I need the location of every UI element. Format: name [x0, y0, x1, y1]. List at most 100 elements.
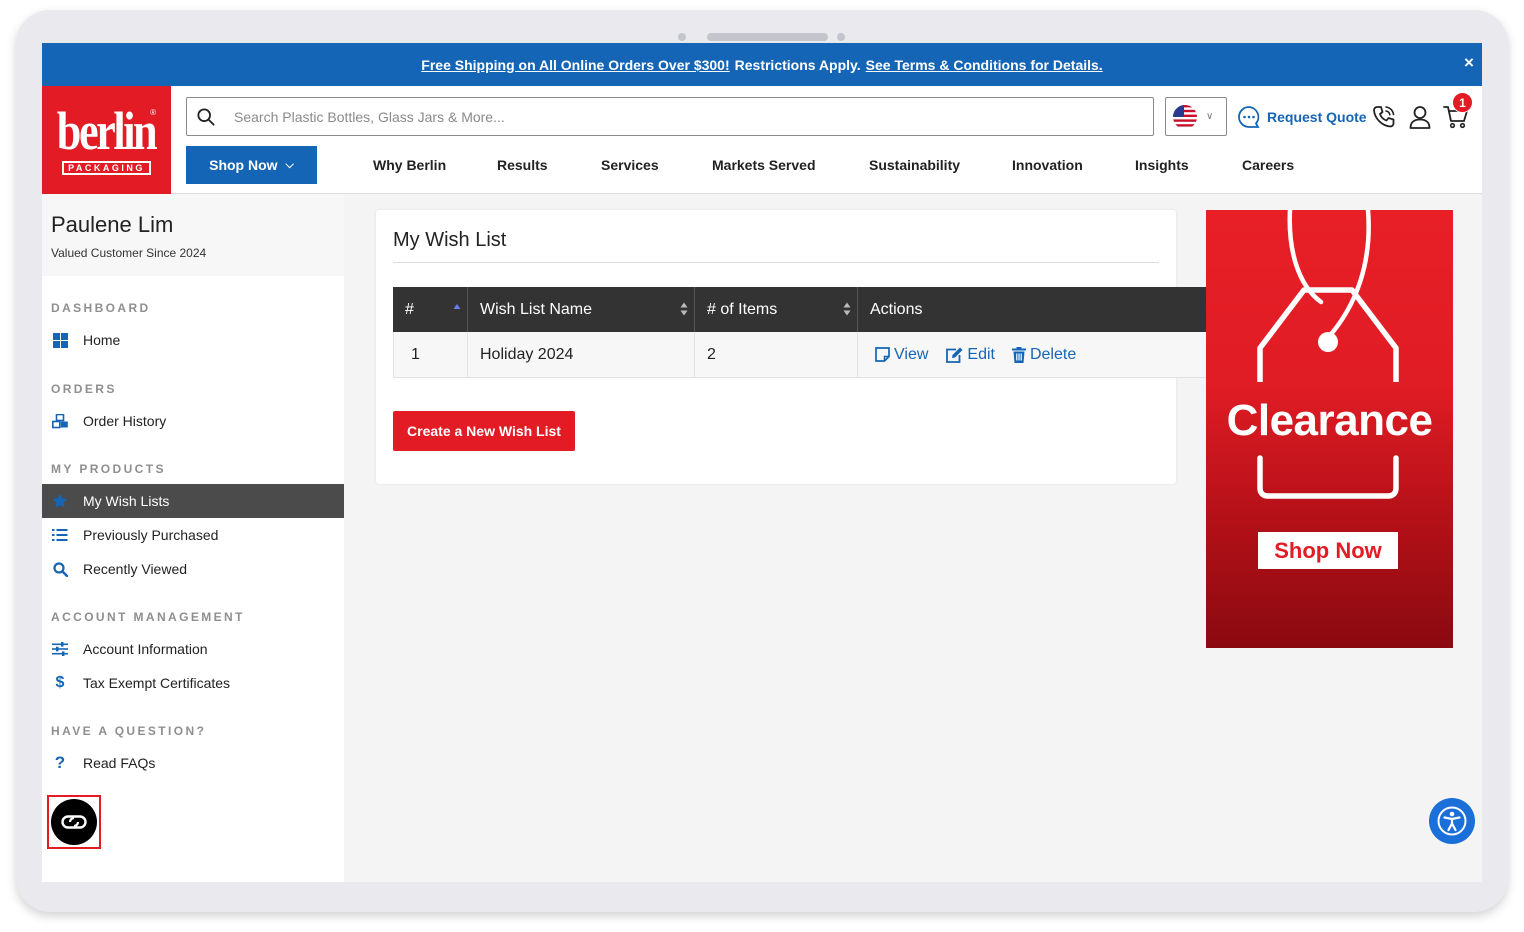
grid-icon — [51, 331, 69, 349]
edit-label: Edit — [967, 345, 995, 363]
country-selector[interactable]: ∨ — [1165, 97, 1227, 136]
chevron-down-icon: ⌵ — [285, 158, 294, 171]
section-my-products: MY PRODUCTS — [51, 462, 166, 476]
section-have-a-question: HAVE A QUESTION? — [51, 724, 207, 738]
delete-button[interactable]: Delete — [1011, 345, 1077, 364]
question-mark-icon: ? — [54, 753, 66, 772]
delete-label: Delete — [1029, 345, 1077, 363]
sidebar-item-tax-exempt-certificates[interactable]: $ Tax Exempt Certificates — [42, 666, 344, 700]
column-header-item-count[interactable]: # of Items — [695, 287, 858, 332]
search-icon[interactable] — [197, 107, 215, 126]
column-header-label: # — [405, 300, 414, 318]
sidebar-item-label: Read FAQs — [83, 755, 156, 771]
clearance-ad-banner[interactable]: Clearance Shop Now — [1206, 210, 1453, 648]
chat-bubble-icon — [1238, 106, 1260, 128]
berlin-logo[interactable]: berlin PACKAGING ® — [42, 86, 171, 194]
accessibility-button[interactable] — [1429, 798, 1475, 844]
nav-results[interactable]: Results — [497, 157, 548, 173]
cell-wish-list-name: Holiday 2024 — [468, 332, 695, 377]
edit-icon — [946, 347, 963, 363]
profile-summary: Paulene Lim Valued Customer Since 2024 — [42, 194, 344, 276]
edit-button[interactable]: Edit — [945, 346, 995, 364]
column-header-wish-list-name[interactable]: Wish List Name — [468, 287, 695, 332]
search-icon — [51, 560, 69, 578]
sidebar-item-recently-viewed[interactable]: Recently Viewed — [42, 552, 344, 586]
view-icon — [875, 347, 890, 362]
logo-subtitle: PACKAGING — [62, 161, 151, 175]
column-header-label: Actions — [870, 300, 923, 318]
sensor-dot — [837, 33, 845, 41]
free-shipping-link[interactable]: Free Shipping on All Online Orders Over … — [421, 57, 729, 73]
shop-now-menu-button[interactable]: Shop Now ⌵ — [186, 146, 317, 184]
wish-list-table: # Wish List Name # of Items Actions 1 Ho… — [393, 287, 1219, 378]
site-header: berlin PACKAGING ® ∨ — [42, 86, 1482, 194]
section-account-management: ACCOUNT MANAGEMENT — [51, 610, 245, 624]
phone-icon[interactable] — [1370, 103, 1398, 131]
view-button[interactable]: View — [875, 346, 928, 364]
logo-wordmark: berlin — [57, 101, 158, 161]
search-input[interactable] — [234, 108, 1114, 125]
sidebar-item-order-history[interactable]: Order History — [42, 404, 344, 438]
nav-sustainability[interactable]: Sustainability — [869, 157, 960, 173]
sidebar-item-my-wish-lists[interactable]: My Wish Lists — [42, 484, 344, 518]
section-dashboard: DASHBOARD — [51, 301, 151, 315]
dollar-icon: $ — [55, 674, 65, 691]
cell-item-count: 2 — [695, 332, 858, 377]
sidebar-item-label: Recently Viewed — [83, 561, 188, 577]
request-quote-label: Request Quote — [1267, 109, 1367, 125]
page-title: My Wish List — [393, 229, 507, 251]
cell-number: 1 — [393, 332, 468, 377]
close-promo-button[interactable]: × — [1460, 53, 1478, 73]
price-tag-icon — [1257, 210, 1399, 499]
sidebar-item-account-information[interactable]: Account Information — [42, 632, 344, 666]
sidebar-item-label: Tax Exempt Certificates — [83, 675, 231, 691]
column-header-number[interactable]: # — [393, 287, 468, 332]
nav-insights[interactable]: Insights — [1135, 157, 1189, 173]
sliders-icon — [51, 640, 69, 658]
sidebar-item-read-faqs[interactable]: ? Read FAQs — [42, 746, 344, 780]
list-icon — [51, 526, 69, 544]
nav-innovation[interactable]: Innovation — [1012, 157, 1083, 173]
logo-registered-mark: ® — [150, 108, 156, 117]
sidebar-item-previously-purchased[interactable]: Previously Purchased — [42, 518, 344, 552]
request-quote-link[interactable]: Request Quote — [1237, 105, 1367, 129]
sidebar-item-label: Previously Purchased — [83, 527, 219, 543]
ad-title: Clearance — [1226, 396, 1433, 445]
account-sidebar: Paulene Lim Valued Customer Since 2024 D… — [42, 194, 344, 882]
view-label: View — [894, 345, 929, 363]
trash-icon — [1011, 346, 1026, 363]
sidebar-item-home[interactable]: Home — [42, 323, 344, 357]
terms-link[interactable]: See Terms & Conditions for Details. — [866, 57, 1103, 73]
captions-toggle-button[interactable] — [51, 799, 97, 845]
cart-count-badge: 1 — [1452, 92, 1473, 113]
customer-since: Valued Customer Since 2024 — [51, 246, 207, 260]
sidebar-item-label: Order History — [83, 413, 167, 429]
ad-shop-now-button[interactable]: Shop Now — [1258, 532, 1398, 569]
promo-banner: Free Shipping on All Online Orders Over … — [42, 43, 1482, 86]
nav-markets-served[interactable]: Markets Served — [712, 157, 816, 173]
sidebar-item-label: Account Information — [83, 641, 208, 657]
column-header-label: # of Items — [707, 300, 778, 318]
nav-services[interactable]: Services — [601, 157, 659, 173]
search-bar — [186, 97, 1154, 136]
nav-why-berlin[interactable]: Why Berlin — [373, 157, 446, 173]
browser-screen: Free Shipping on All Online Orders Over … — [42, 43, 1482, 882]
star-icon — [51, 492, 69, 510]
sort-icon — [843, 302, 851, 316]
create-wish-list-button[interactable]: Create a New Wish List — [393, 411, 575, 451]
column-header-actions: Actions — [858, 287, 1219, 332]
customer-name: Paulene Lim — [51, 212, 174, 237]
accessibility-icon — [1437, 806, 1467, 836]
sort-ascending-icon — [453, 304, 461, 309]
link-loop-icon — [61, 815, 87, 829]
camera-dot — [678, 33, 686, 41]
chevron-down-icon: ∨ — [1206, 111, 1214, 122]
column-header-label: Wish List Name — [480, 300, 593, 318]
table-row: 1 Holiday 2024 2 View Edit Delete — [393, 332, 1219, 378]
nav-careers[interactable]: Careers — [1242, 157, 1294, 173]
shop-now-label: Shop Now — [209, 157, 278, 173]
user-account-icon[interactable] — [1406, 103, 1434, 131]
sort-icon — [680, 302, 688, 316]
promo-restrictions-text: Restrictions Apply. — [734, 56, 861, 73]
boxes-icon — [51, 412, 69, 430]
